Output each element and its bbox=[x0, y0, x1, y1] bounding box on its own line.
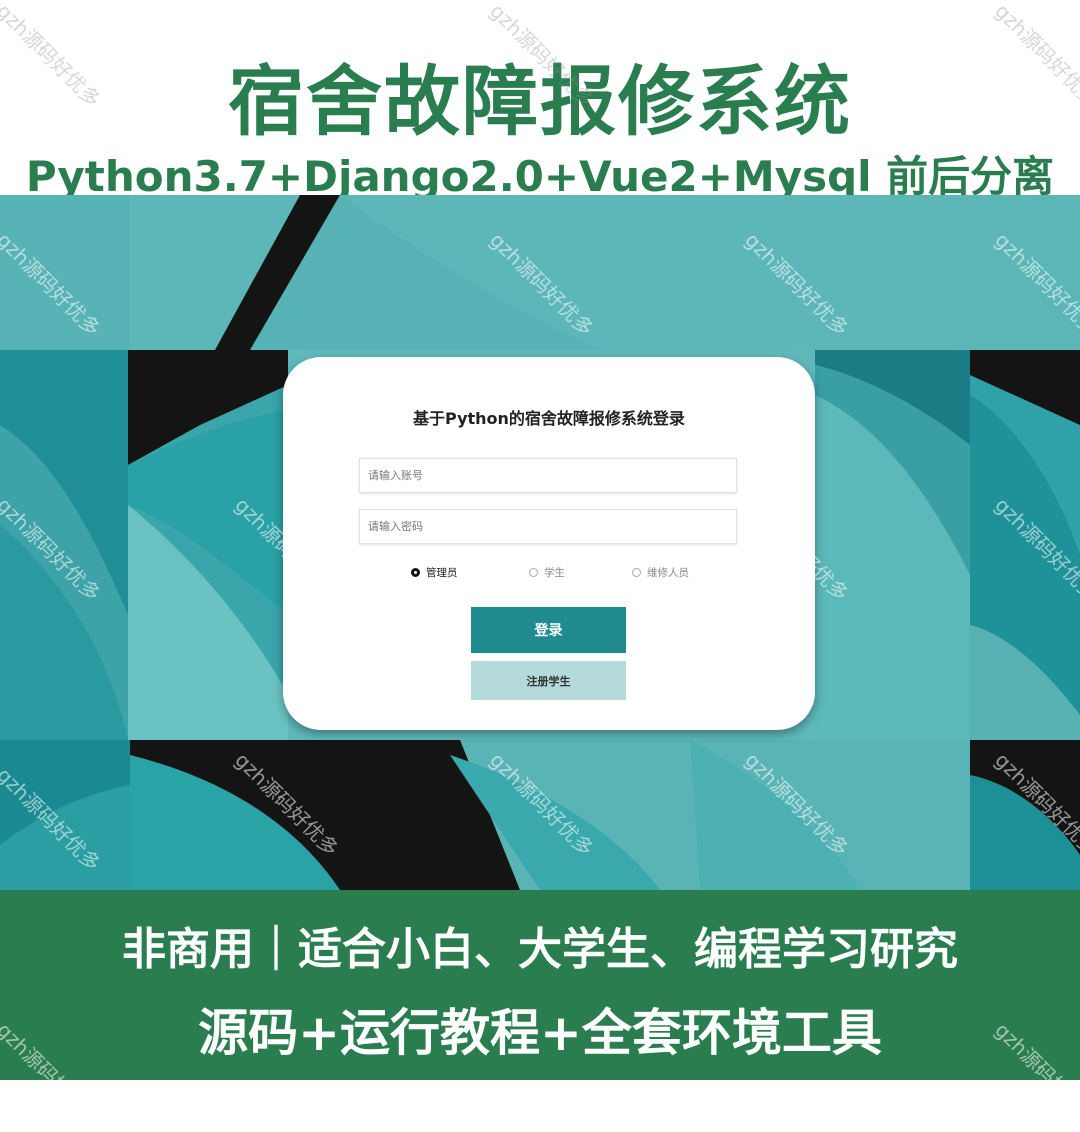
role-radio-group: 管理员 学生 维修人员 bbox=[283, 565, 815, 585]
account-input[interactable] bbox=[359, 458, 737, 493]
role-option-repair-staff[interactable]: 维修人员 bbox=[632, 565, 689, 580]
register-student-button[interactable]: 注册学生 bbox=[471, 661, 626, 700]
role-option-admin[interactable]: 管理员 bbox=[411, 565, 458, 580]
role-label-admin: 管理员 bbox=[426, 567, 458, 579]
login-button[interactable]: 登录 bbox=[471, 607, 626, 653]
role-label-repair-staff: 维修人员 bbox=[647, 567, 689, 579]
login-title: 基于Python的宿舍故障报修系统登录 bbox=[413, 409, 685, 428]
banner-title: 宿舍故障报修系统 bbox=[228, 57, 852, 146]
login-card: 基于Python的宿舍故障报修系统登录 管理员 学生 维修人员 登录 注册学生 bbox=[283, 357, 815, 730]
banner-tagline-secondary: 源码+运行教程+全套环境工具 bbox=[198, 1004, 882, 1062]
radio-unchecked-icon[interactable] bbox=[632, 568, 641, 577]
password-input[interactable] bbox=[359, 509, 737, 544]
banner-tagline: 非商用｜适合小白、大学生、编程学习研究 bbox=[122, 924, 958, 975]
role-option-student[interactable]: 学生 bbox=[529, 565, 565, 580]
role-label-student: 学生 bbox=[544, 567, 565, 579]
radio-unchecked-icon[interactable] bbox=[529, 568, 538, 577]
radio-checked-icon[interactable] bbox=[411, 568, 420, 577]
